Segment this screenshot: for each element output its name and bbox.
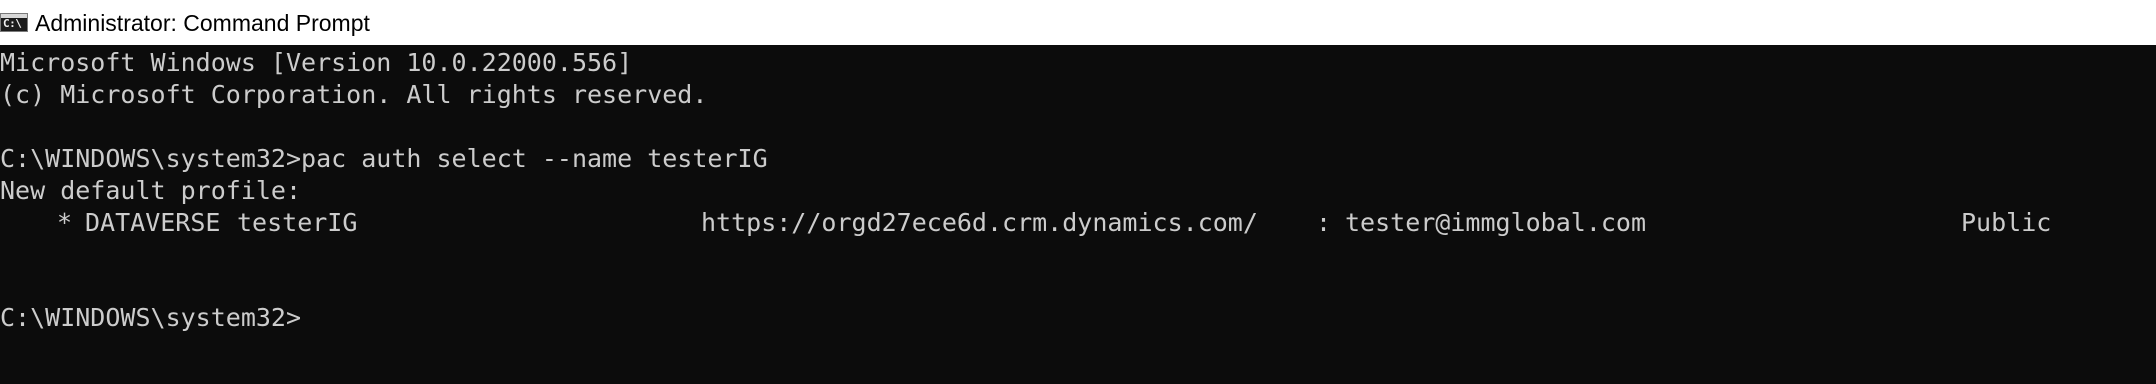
profile-user: tester@immglobal.com bbox=[1345, 208, 1647, 237]
profile-separator: : bbox=[1316, 208, 1332, 237]
version-line: Microsoft Windows [Version 10.0.22000.55… bbox=[0, 48, 633, 77]
console-output[interactable]: Microsoft Windows [Version 10.0.22000.55… bbox=[0, 45, 2156, 384]
command-prompt-icon[interactable]: C:\ bbox=[0, 13, 28, 32]
icon-glyph: C:\ bbox=[3, 17, 22, 30]
window-title: Administrator: Command Prompt bbox=[35, 10, 370, 36]
command-prompt-window: C:\ Administrator: Command Prompt Micros… bbox=[0, 0, 2156, 384]
profile-kind: DATAVERSE bbox=[85, 208, 221, 237]
profile-header-line: New default profile: bbox=[0, 176, 302, 205]
prompt-line[interactable]: C:\WINDOWS\system32> bbox=[0, 302, 301, 334]
profile-cloud: Public bbox=[1961, 208, 2052, 237]
profile-row: * DATAVERSE testerIG https://orgd27ece6d… bbox=[0, 207, 2156, 239]
profile-name: testerIG bbox=[237, 208, 358, 237]
command-line: C:\WINDOWS\system32>pac auth select --na… bbox=[0, 144, 768, 173]
title-bar[interactable]: C:\ Administrator: Command Prompt bbox=[0, 0, 2156, 45]
profile-url: https://orgd27ece6d.crm.dynamics.com/ bbox=[701, 208, 1258, 237]
profile-active-marker: * bbox=[57, 208, 73, 237]
copyright-line: (c) Microsoft Corporation. All rights re… bbox=[0, 80, 708, 109]
